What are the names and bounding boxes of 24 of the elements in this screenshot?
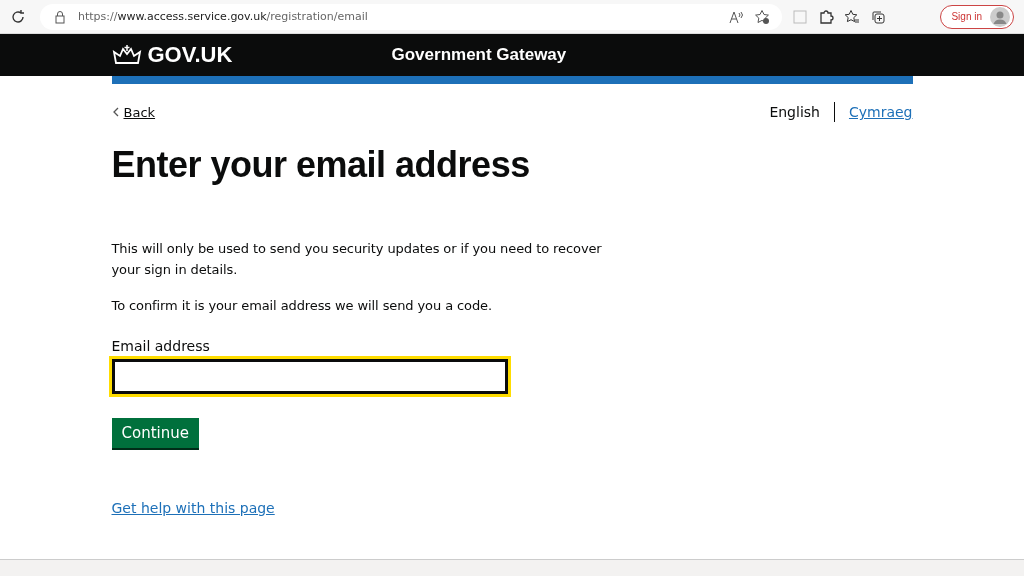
avatar-icon (990, 6, 1010, 27)
sign-in-button[interactable]: Sign in (940, 4, 1014, 29)
back-link[interactable]: Back (111, 104, 156, 120)
url-text: https://www.access.service.gov.uk/registration/email (78, 10, 369, 23)
email-field[interactable] (111, 359, 508, 394)
service-name[interactable]: Government Gateway (391, 45, 567, 65)
govuk-logo[interactable]: GOV.UK (147, 42, 233, 68)
puzzle-icon[interactable] (818, 8, 834, 25)
body-text: To confirm it is your email address we will send you a code. (111, 297, 494, 315)
favorites-icon[interactable] (844, 8, 860, 25)
body-text: This will only be used to send you security updates or if you need to recover your sign in details. (111, 240, 603, 279)
lock-icon[interactable] (52, 8, 68, 25)
help-link[interactable]: Get help with this page (111, 500, 275, 516)
page-heading: Enter your email address (111, 144, 531, 186)
address-bar[interactable]: https://www.access.service.gov.uk/registration/email (40, 3, 782, 30)
field-label: Email address (111, 338, 211, 354)
reload-icon[interactable] (10, 8, 26, 25)
language-link[interactable]: Cymraeg (834, 104, 913, 120)
crown-icon (111, 44, 142, 66)
star-plus-icon[interactable] (754, 8, 770, 25)
collections-icon[interactable] (870, 8, 886, 25)
chevron-icon (111, 107, 120, 117)
continue-button[interactable]: Continue (111, 418, 199, 448)
language-link[interactable]: English (755, 104, 834, 120)
